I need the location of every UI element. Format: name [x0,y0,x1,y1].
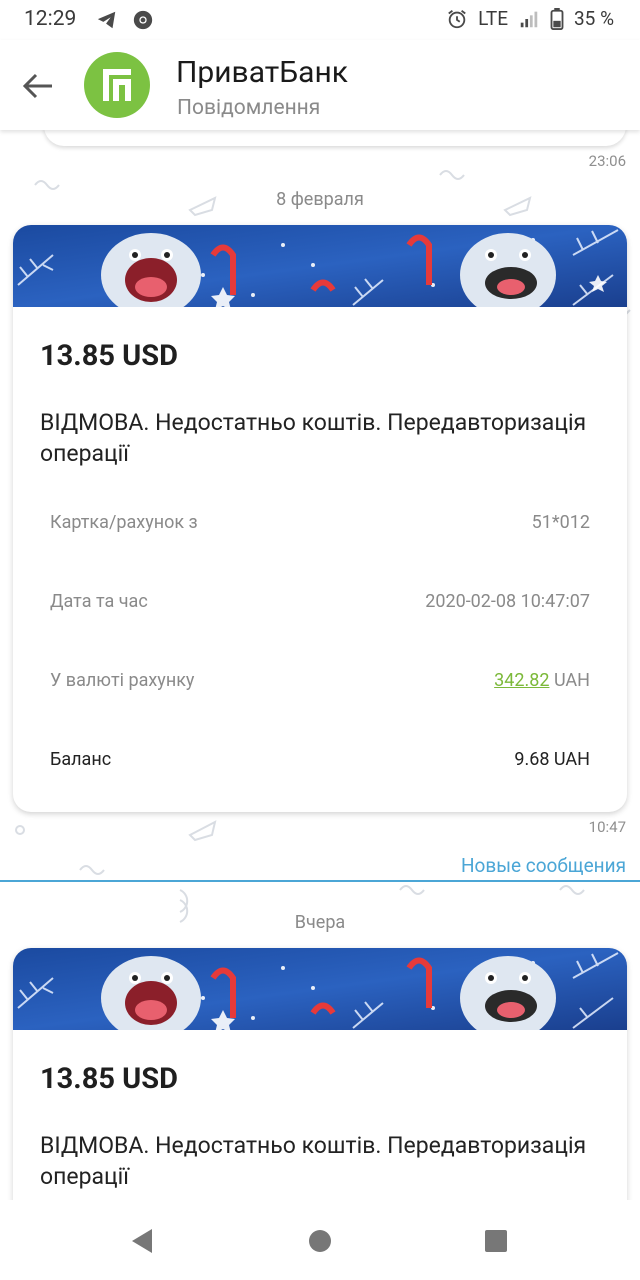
new-messages-label: Новые сообщения [460,854,626,877]
alarm-icon [448,9,466,28]
app-header: ПриватБанк Повідомлення [0,40,640,130]
account-currency-value: 342.82 UAH [494,670,590,691]
chat-area[interactable]: 23:06 8 февраля 13.85 USD ВІДМОВА. Недос… [0,130,640,1200]
network-type: LTE [478,7,508,30]
datetime-label: Дата та час [50,591,148,612]
privatbank-logo-icon [103,69,131,101]
back-triangle-icon[interactable] [130,1228,154,1254]
signal-icon [520,11,538,27]
chat-subtitle: Повідомлення [177,96,321,120]
balance-value: 9.68 UAH [514,749,590,770]
card-account-value: 51*012 [531,512,590,533]
account-currency-label: У валюті рахунку [50,670,195,691]
status-right: LTE 35 % [446,7,614,30]
battery-level: 35 % [574,7,614,30]
new-messages-divider [0,880,640,882]
message-time: 10:47 [588,818,626,836]
battery-icon [550,7,564,30]
transaction-amount: 13.85 USD [40,339,178,373]
datetime-value: 2020-02-08 10:47:07 [425,591,590,612]
balance-label: Баланс [50,749,112,770]
previous-message-card [44,130,626,146]
message-time: 23:06 [588,152,626,170]
date-separator: Вчера [294,912,346,933]
account-currency-amount-link[interactable]: 342.82 [494,670,549,691]
status-time: 12:29 [24,7,77,31]
avatar[interactable] [84,52,150,118]
holiday-banner-image [13,948,627,1030]
status-left-icons [96,9,154,31]
arrow-left-icon[interactable] [22,72,54,100]
message-card[interactable]: 13.85 USD ВІДМОВА. Недостатньо коштів. П… [13,948,627,1200]
message-card[interactable]: 13.85 USD ВІДМОВА. Недостатньо коштів. П… [13,225,627,812]
transaction-message: ВІДМОВА. Недостатньо коштів. Передавтори… [40,1132,587,1190]
telegram-icon [97,11,116,29]
card-account-label: Картка/рахунок з [50,512,198,533]
transaction-message: ВІДМОВА. Недостатньо коштів. Передавтори… [40,409,587,467]
status-bar: 12:29 LTE 35 % [0,0,640,40]
navigation-bar [0,1200,640,1280]
recents-square-icon[interactable] [484,1229,508,1253]
home-circle-icon[interactable] [308,1229,332,1253]
chrome-icon [133,10,153,30]
chat-title: ПриватБанк [176,55,348,90]
holiday-banner-image [13,225,627,307]
date-separator: 8 февраля [276,189,364,210]
transaction-amount: 13.85 USD [40,1062,178,1096]
account-currency-unit: UAH [553,670,590,691]
